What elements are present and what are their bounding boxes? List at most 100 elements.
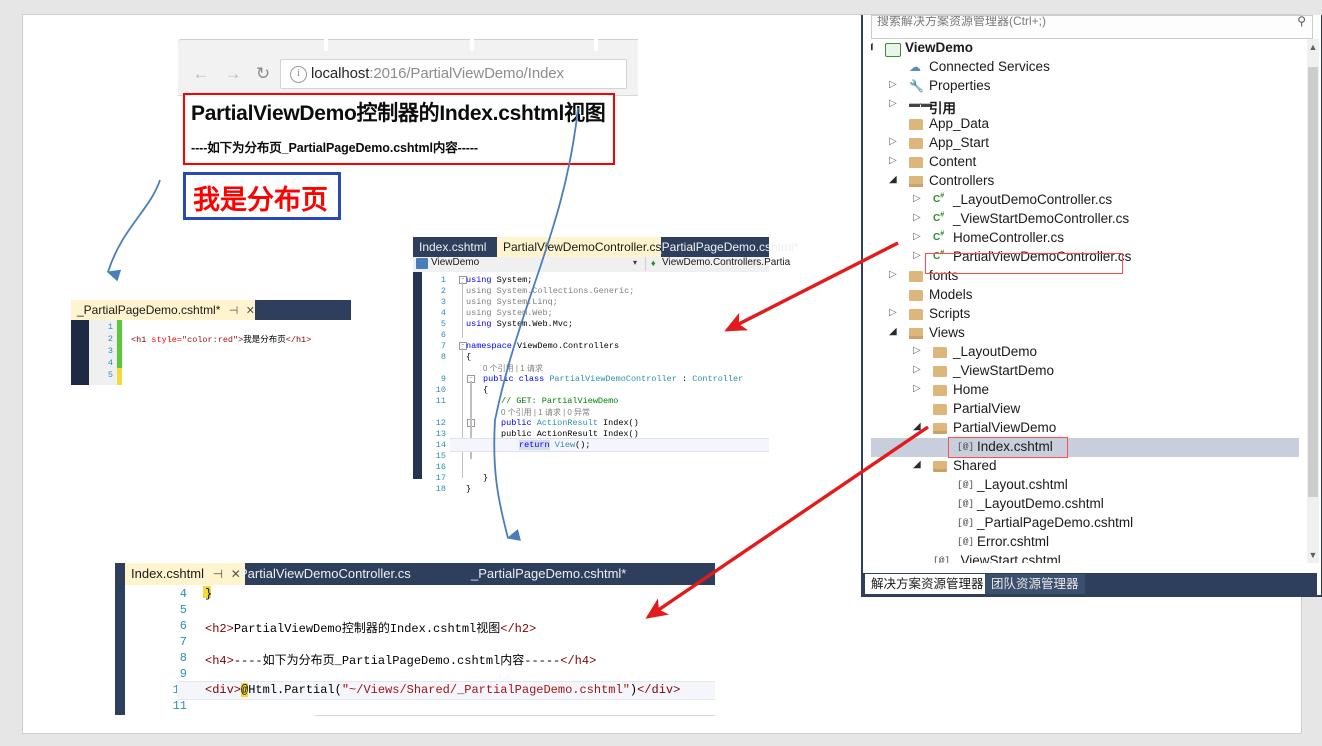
expander-closed-icon[interactable]: ▷ <box>913 231 921 242</box>
expander-closed-icon[interactable]: ▷ <box>913 193 921 204</box>
tab-solution-explorer[interactable]: 解决方案资源管理器 <box>865 574 990 594</box>
expander-open-icon[interactable]: ◢ <box>913 459 921 470</box>
expander-closed-icon[interactable]: ▷ <box>913 345 921 356</box>
line-number: 6 <box>440 330 446 340</box>
tree-item-_viewstart-cshtml[interactable]: [@] _ViewStart.cshtml <box>871 552 1299 563</box>
address-bar[interactable]: i localhost:2016/PartialViewDemo/Index <box>280 59 627 89</box>
tree-item-content[interactable]: ▷ Content <box>871 153 1299 172</box>
tree-item-connected-services[interactable]: ☁ Connected Services <box>871 58 1299 77</box>
folder-open-icon <box>933 421 947 435</box>
scroll-down-icon[interactable]: ▼ <box>1307 549 1319 561</box>
tree-item-partialview[interactable]: PartialView <box>871 400 1299 419</box>
expander-closed-icon[interactable]: ▷ <box>889 98 897 109</box>
expander-open-icon[interactable]: ◢ <box>889 326 897 337</box>
tree-item-viewdemo[interactable]: ◢ ViewDemo <box>871 39 1299 58</box>
editor-c-tab-bar: Index.cshtml ⊣ ✕ PartialViewDemoControll… <box>125 563 715 585</box>
expander-open-icon[interactable]: ◢ <box>889 174 897 185</box>
tree-item-_layoutdemo-cshtml[interactable]: [@] _LayoutDemo.cshtml <box>871 495 1299 514</box>
tab-partialviewdemocontroller[interactable]: PartialViewDemoController.cs ⊣ ✕ <box>497 237 696 257</box>
editor-a-text-pane[interactable]: 1 2 3 4 5 <h1 style="color:red">我是分布页</h… <box>89 320 351 385</box>
tree-item-partialviewdemo[interactable]: ◢ PartialViewDemo <box>871 419 1299 438</box>
tree-item-_viewstartdemocontroller-cs[interactable]: ▷ C# _ViewStartDemoController.cs <box>871 210 1299 229</box>
expander-closed-icon[interactable]: ▷ <box>889 79 897 90</box>
reload-icon[interactable]: ↻ <box>252 63 274 85</box>
tree-item-label: App_Start <box>929 135 990 150</box>
expander-open-icon[interactable]: ◢ <box>871 41 873 52</box>
tree-item-label: PartialView <box>953 401 1021 416</box>
nav-right-label[interactable]: ViewDemo.Controllers.Partia <box>662 257 790 268</box>
expander-closed-icon[interactable]: ▷ <box>913 364 921 375</box>
tree-item-homecontroller-cs[interactable]: ▷ C# HomeController.cs <box>871 229 1299 248</box>
tab-team-explorer[interactable]: 团队资源管理器 <box>985 574 1085 594</box>
tab-partialpagedemo[interactable]: _PartialPageDemo.cshtml* <box>465 563 647 585</box>
search-icon[interactable]: ⚲ <box>1297 16 1306 28</box>
tree-item-views[interactable]: ◢ Views <box>871 324 1299 343</box>
solution-tree[interactable]: ◢ ViewDemo ☁ Connected Services ▷ 🔧 Properties… <box>871 39 1299 563</box>
line-number: 8 <box>440 352 446 362</box>
back-arrow-icon[interactable]: ← <box>190 63 212 85</box>
tree-item-_layoutdemocontroller-cs[interactable]: ▷ C# _LayoutDemoController.cs <box>871 191 1299 210</box>
scroll-up-icon[interactable]: ▲ <box>1307 41 1319 53</box>
vertical-tool-strip[interactable] <box>115 563 125 715</box>
tree-item-models[interactable]: Models <box>871 286 1299 305</box>
tree-item-label: _LayoutDemo <box>953 344 1038 359</box>
solution-explorer-panel: 搜索解决方案资源管理器(Ctrl+;) ⚲ ◢ ViewDemo ☁ Connecte… <box>861 15 1322 597</box>
tree-item-properties[interactable]: ▷ 🔧 Properties <box>871 77 1299 96</box>
line-number: 7 <box>440 341 446 351</box>
callout-index-file <box>948 437 1068 458</box>
code-inner-text: 我是分布页 <box>243 335 286 345</box>
tree-item-_partialpagedemo-cshtml[interactable]: [@] _PartialPageDemo.cshtml <box>871 514 1299 533</box>
pin-icon[interactable]: ⊣ <box>229 305 239 317</box>
tree-item-shared[interactable]: ◢ Shared <box>871 457 1299 476</box>
editor-b-body[interactable]: 1 2 3 4 5 6 7 8 9 10 11 12 13 14 15 16 1… <box>413 272 769 494</box>
editor-c-body[interactable]: 4 5 6 7 8 9 10 11 } <h2>PartialViewDemo控… <box>125 585 715 716</box>
folder-icon <box>933 364 947 378</box>
tree-item-controllers[interactable]: ◢ Controllers <box>871 172 1299 191</box>
line-number: 11 <box>435 396 446 406</box>
scrollbar-thumb[interactable] <box>1308 67 1318 497</box>
tab-partial-page-demo[interactable]: _PartialPageDemo.cshtml* ⊣ ✕ <box>71 300 255 320</box>
pin-icon[interactable]: ⊣ <box>213 567 223 581</box>
expander-closed-icon[interactable]: ▷ <box>913 212 921 223</box>
tab-partialviewdemocontroller[interactable]: PartialViewDemoController.cs <box>233 563 435 585</box>
tree-item-app_data[interactable]: App_Data <box>871 115 1299 134</box>
tree-item-_layout-cshtml[interactable]: [@] _Layout.cshtml <box>871 476 1299 495</box>
expander-closed-icon[interactable]: ▷ <box>913 250 921 261</box>
tab-label: Index.cshtml <box>419 240 487 254</box>
tree-item-app_start[interactable]: ▷ App_Start <box>871 134 1299 153</box>
line-number: 6 <box>179 619 187 633</box>
tree-item---[interactable]: ▷ ▬∙▬ 引用 <box>871 96 1299 116</box>
line-number: 3 <box>440 297 446 307</box>
browser-tab-strip <box>178 37 638 52</box>
info-circle-icon[interactable]: i <box>290 66 307 83</box>
line-number: 2 <box>107 334 113 344</box>
tab-index-cshtml[interactable]: Index.cshtml <box>413 237 509 257</box>
chevron-down-icon[interactable]: ▾ <box>633 258 637 267</box>
expander-closed-icon[interactable]: ▷ <box>913 383 921 394</box>
tree-item-_layoutdemo[interactable]: ▷ _LayoutDemo <box>871 343 1299 362</box>
tab-partialpagedemo[interactable]: _PartialPageDemo.cshtml* <box>649 237 798 257</box>
expander-closed-icon[interactable]: ▷ <box>889 155 897 166</box>
code-attr-value: "color:red" <box>182 335 239 345</box>
expander-closed-icon[interactable]: ▷ <box>889 136 897 147</box>
expander-closed-icon[interactable]: ▷ <box>889 269 897 280</box>
nav-left-combo[interactable] <box>413 257 646 271</box>
tree-item-label: _LayoutDemo.cshtml <box>977 496 1104 511</box>
expander-open-icon[interactable]: ◢ <box>913 421 921 432</box>
forward-arrow-icon[interactable]: → <box>222 63 244 85</box>
tab-index-cshtml[interactable]: Index.cshtml ⊣ ✕ <box>125 563 245 585</box>
close-icon[interactable]: ✕ <box>246 305 255 317</box>
class-icon: ♦ <box>651 258 656 268</box>
change-bar-unsaved <box>117 368 122 385</box>
tree-item-_viewstartdemo[interactable]: ▷ _ViewStartDemo <box>871 362 1299 381</box>
codelens-1[interactable]: 0 个引用 | 1 请求 <box>483 363 543 374</box>
tree-item-home[interactable]: ▷ Home <box>871 381 1299 400</box>
tree-item-index-cshtml[interactable]: [@] Index.cshtml <box>871 438 1299 457</box>
wrench-icon: 🔧 <box>909 79 924 93</box>
tree-item-scripts[interactable]: ▷ Scripts <box>871 305 1299 324</box>
expander-closed-icon[interactable]: ▷ <box>889 307 897 318</box>
tree-item-error-cshtml[interactable]: [@] Error.cshtml <box>871 533 1299 552</box>
search-input[interactable]: 搜索解决方案资源管理器(Ctrl+;) ⚲ <box>871 15 1313 39</box>
editor-a-code-line: <h1 style="color:red">我是分布页</h1> <box>131 333 311 345</box>
codelens-2[interactable]: 0 个引用 | 1 请求 | 0 异常 <box>501 407 590 418</box>
